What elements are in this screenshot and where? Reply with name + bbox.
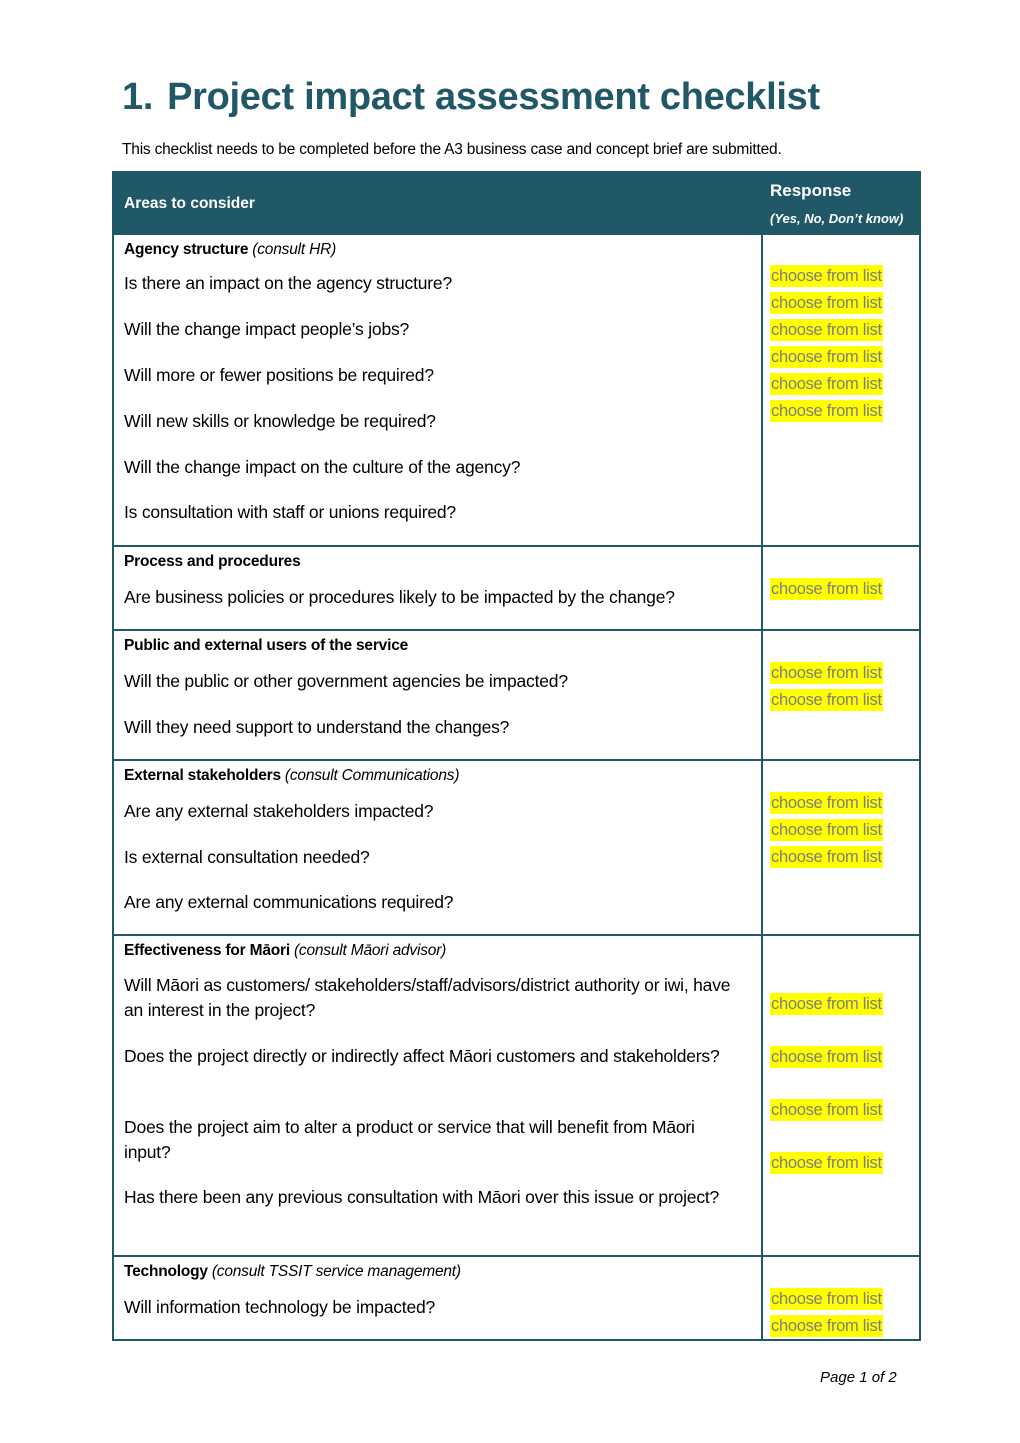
section-title-text: Technology (124, 1263, 208, 1280)
page-title: 1. Project impact assessment checklist (122, 76, 820, 119)
response-dropdown[interactable]: choose from list (770, 400, 883, 422)
question: Are any external communications required… (124, 892, 454, 912)
section-consult-note: (consult TSSIT service management) (211, 1263, 461, 1280)
response-dropdown[interactable]: choose from list (770, 292, 883, 314)
response-dropdown[interactable]: choose from list (770, 689, 883, 711)
response-dropdown[interactable]: choose from list (770, 265, 883, 287)
header-areas: Areas to consider (124, 195, 255, 212)
question: Does the project aim to alter a product … (124, 1117, 695, 1162)
header-response: Response (770, 181, 852, 200)
question: Will information technology be impacted? (124, 1297, 436, 1317)
title-text: Project impact assessment checklist (167, 76, 820, 118)
response-dropdown[interactable]: choose from list (770, 1315, 883, 1337)
response-dropdown[interactable]: choose from list (770, 993, 883, 1015)
section-process-procedures: Process and procedures Are business poli… (114, 545, 919, 629)
section-effectiveness-for-maori: Effectiveness for Māori (consult Māori ad… (114, 934, 919, 1255)
response-dropdown[interactable]: choose from list (770, 1152, 883, 1174)
response-dropdown[interactable]: choose from list (770, 819, 883, 841)
question: Are business policies or procedures like… (124, 587, 675, 607)
section-consult-note: (consult Māori advisor) (293, 942, 447, 959)
section-title: External stakeholders (consult Communicat… (124, 767, 459, 785)
header-response-options: (Yes, No, Don’t know) (770, 211, 904, 226)
title-number: 1. (122, 76, 154, 118)
question: Are any external stakeholders impacted? (124, 801, 434, 821)
response-dropdown[interactable]: choose from list (770, 1099, 883, 1121)
question: Will the change impact on the culture of… (124, 457, 521, 477)
response-dropdown[interactable]: choose from list (770, 662, 883, 684)
section-title-text: Process and procedures (124, 553, 301, 570)
response-dropdown[interactable]: choose from list (770, 319, 883, 341)
section-technology: Technology (consult TSSIT service managem… (114, 1255, 919, 1339)
response-dropdown[interactable]: choose from list (770, 846, 883, 868)
section-title-text: External stakeholders (124, 767, 281, 784)
response-dropdown[interactable]: choose from list (770, 373, 883, 395)
checklist-table: Areas to consider Response (Yes, No, Don… (112, 171, 921, 1341)
response-dropdown[interactable]: choose from list (770, 792, 883, 814)
question: Is there an impact on the agency structu… (124, 273, 452, 293)
section-title: Technology (consult TSSIT service managem… (124, 1263, 461, 1281)
section-title-text: Effectiveness for Māori (124, 942, 290, 959)
response-dropdown[interactable]: choose from list (770, 578, 883, 600)
question: Will more or fewer positions be required… (124, 365, 434, 385)
section-title: Process and procedures (124, 553, 301, 571)
question: Does the project directly or indirectly … (124, 1046, 720, 1066)
question: Will they need support to understand the… (124, 717, 510, 737)
section-title-text: Agency structure (124, 241, 249, 258)
section-public-external-users: Public and external users of the service… (114, 629, 919, 759)
section-external-stakeholders: External stakeholders (consult Communicat… (114, 759, 919, 934)
response-dropdown[interactable]: choose from list (770, 1288, 883, 1310)
table-header: Areas to consider Response (Yes, No, Don… (114, 173, 919, 233)
question: Will Māori as customers/ stakeholders/st… (124, 975, 731, 1020)
question: Will the public or other government agen… (124, 671, 568, 691)
section-agency-structure: Agency structure (consult HR) Is there an… (114, 233, 919, 545)
response-dropdown[interactable]: choose from list (770, 1046, 883, 1068)
response-dropdown[interactable]: choose from list (770, 346, 883, 368)
question: Is consultation with staff or unions req… (124, 502, 456, 522)
section-consult-note: (consult Communications) (284, 767, 460, 784)
question: Is external consultation needed? (124, 847, 370, 867)
section-title: Agency structure (consult HR) (124, 241, 336, 259)
question: Has there been any previous consultation… (124, 1187, 720, 1207)
question: Will new skills or knowledge be required… (124, 411, 436, 431)
section-title: Public and external users of the service (124, 637, 408, 655)
question: Will the change impact people’s jobs? (124, 319, 410, 339)
section-title-text: Public and external users of the service (124, 637, 409, 654)
section-title: Effectiveness for Māori (consult Māori ad… (124, 942, 446, 960)
intro-text: This checklist needs to be completed bef… (122, 141, 782, 158)
page-number: Page 1 of 2 (820, 1369, 897, 1386)
section-consult-note: (consult HR) (252, 241, 337, 258)
